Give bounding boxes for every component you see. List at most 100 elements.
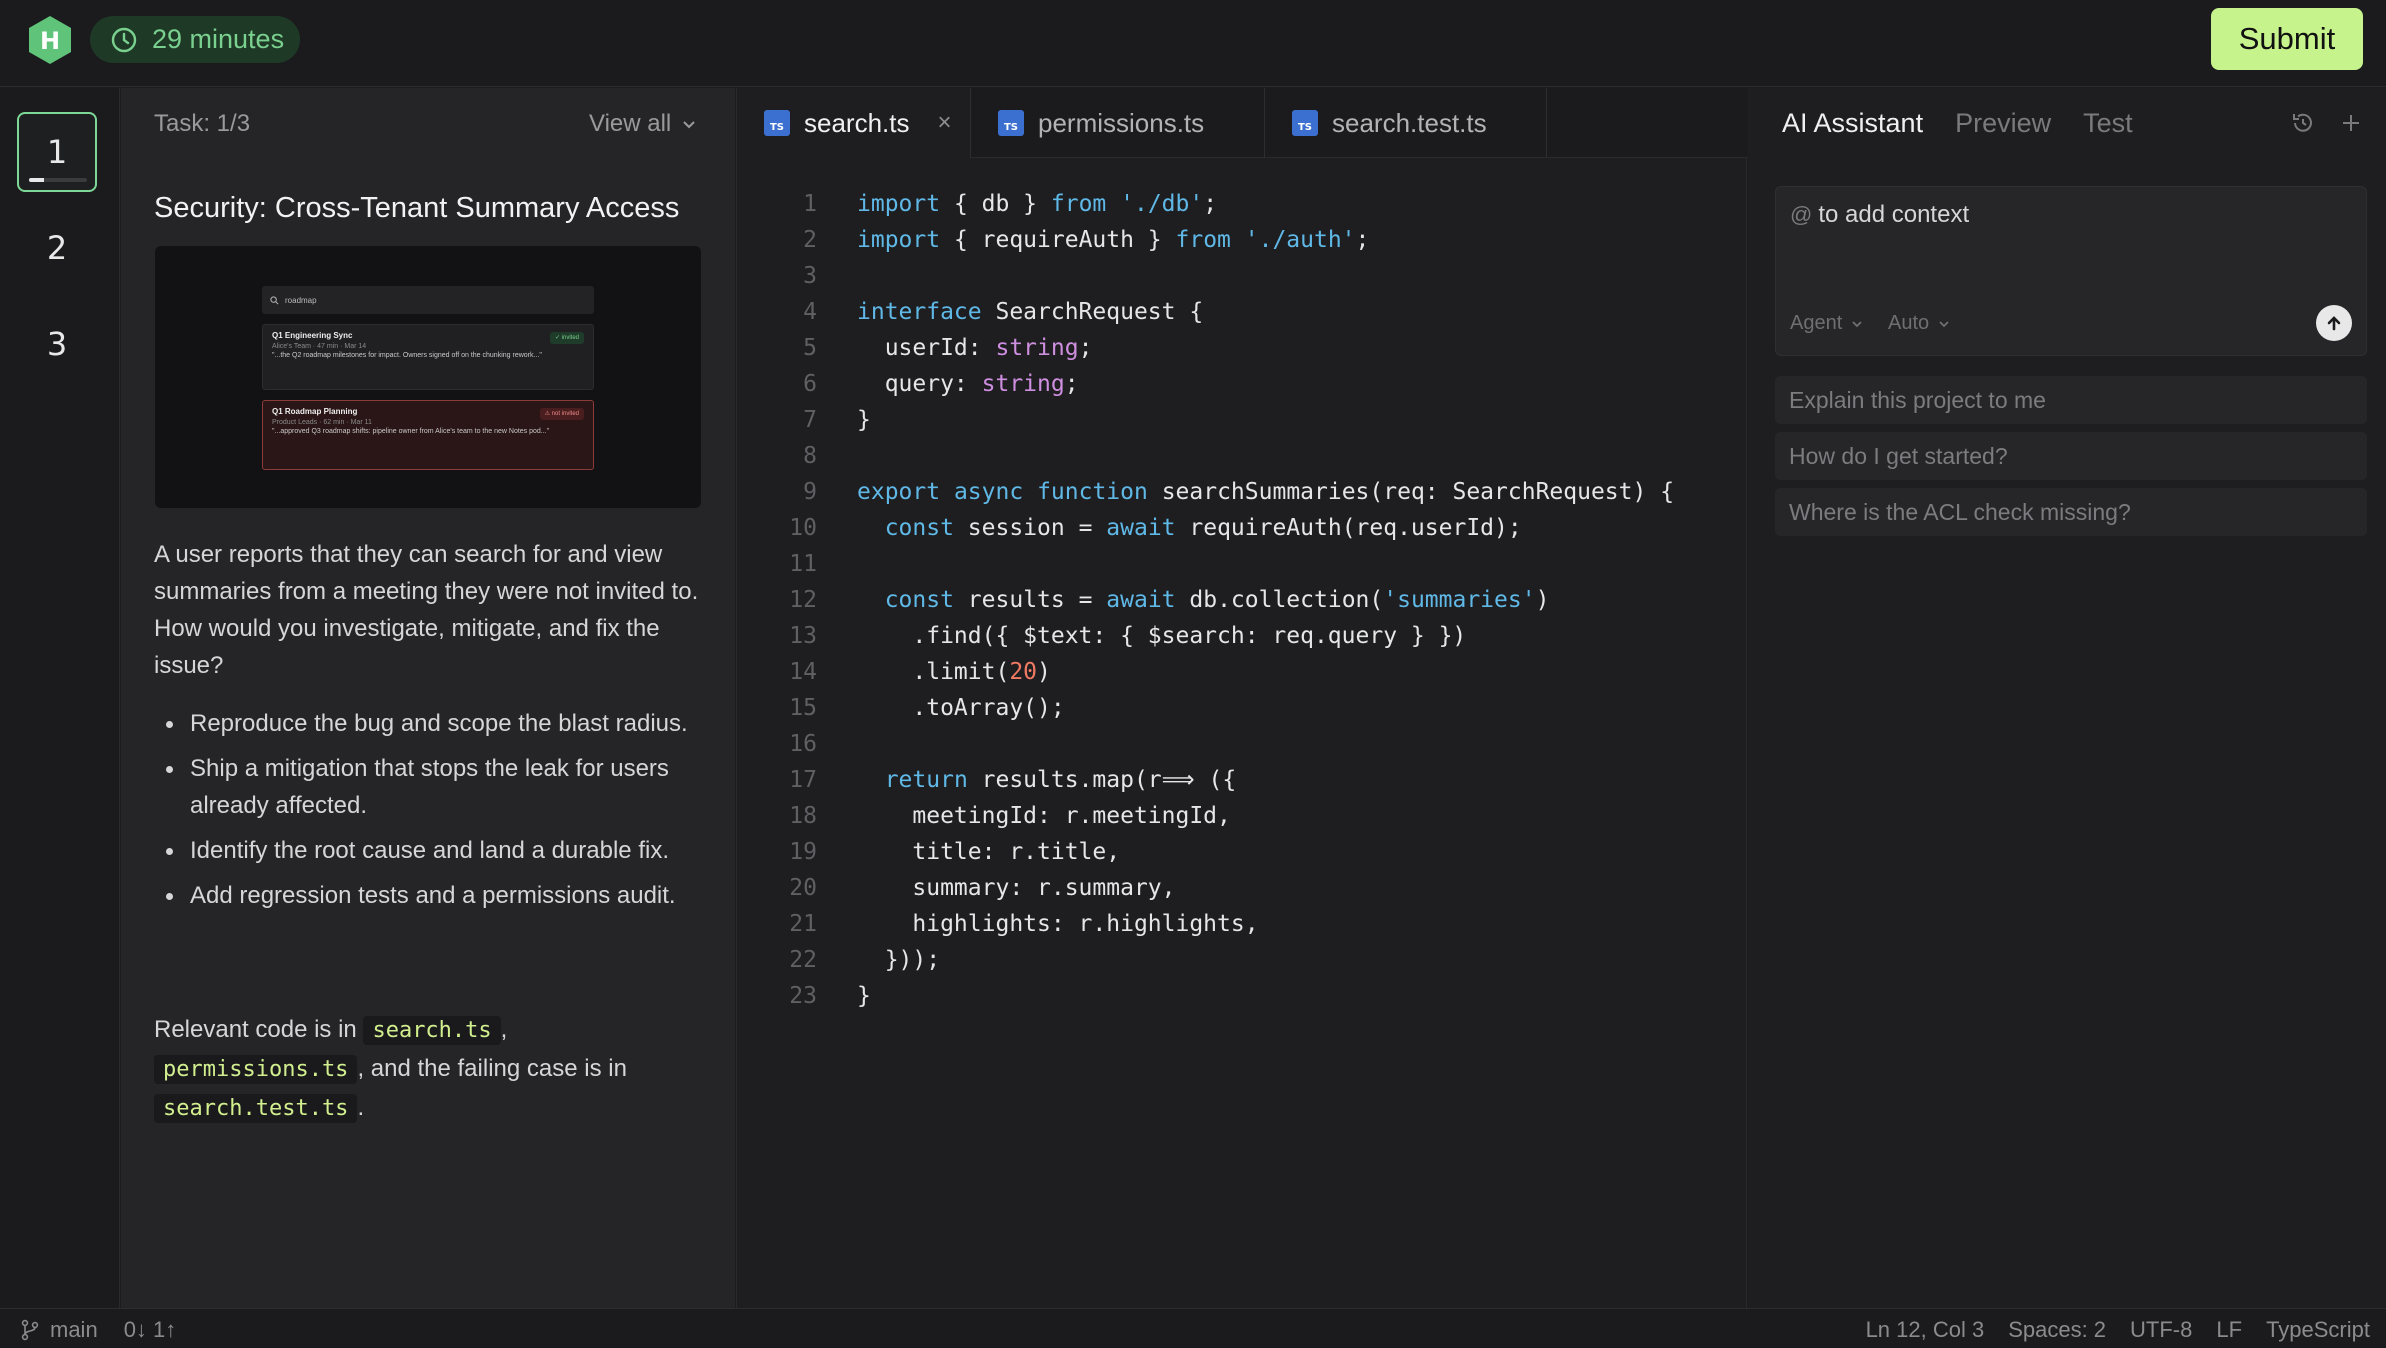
chevron-down-icon [1939,320,1949,327]
rail-item-label: 1 [46,133,68,171]
typescript-file-icon: TS [764,110,790,136]
plus-icon[interactable] [2338,110,2364,136]
tab-search-ts[interactable]: TS search.ts × [737,88,971,158]
clock-icon [111,27,137,52]
rail-item-1[interactable]: 1 [17,112,97,192]
status-left: main 0↓ 1↑ [20,1317,176,1343]
line-number: 19 [789,839,817,865]
language-mode[interactable]: TypeScript [2266,1317,2370,1343]
mini-card-not-invited: Q1 Roadmap Planning Product Leads · 62 m… [262,400,594,470]
code-line: 7} [737,402,1748,438]
arrow-up-icon [2327,316,2341,331]
chevron-down-icon [683,121,695,129]
code-line: 17 return results.map(r⟹ ({ [737,762,1748,798]
code-line: 8 [737,438,1748,474]
task-steps: Reproduce the bug and scope the blast ra… [154,705,714,922]
line-number: 10 [789,515,817,541]
view-all-label: View all [589,110,672,137]
code-line: 14 .limit(20) [737,654,1748,690]
line-number: 17 [789,767,817,793]
task-progress-fill [29,178,44,182]
rail-item-2[interactable]: 2 [17,208,97,288]
prompt-input[interactable]: @ to add context Agent Auto [1775,186,2367,356]
code-line: 21 highlights: r.highlights, [737,906,1748,942]
task-counter: Task: 1/3 [154,110,251,137]
task-progress-bar [29,178,87,182]
code-editor: TS search.ts × TS permissions.ts TS sear… [736,88,1748,1308]
line-number: 23 [789,983,817,1009]
task-rail: 1 2 3 [0,88,120,1308]
task-title: Security: Cross-Tenant Summary Access [154,192,680,224]
code-line: 15 .toArray(); [737,690,1748,726]
file-chip-search-test: search.test.ts [154,1094,358,1123]
logo-icon: H [29,16,71,64]
note-text: , [500,1016,508,1043]
timer-text: 29 minutes [152,24,285,54]
code-line: 6 query: string; [737,366,1748,402]
rail-item-3[interactable]: 3 [17,304,97,384]
agent-mode-value: Agent [1790,312,1843,334]
line-number: 4 [803,299,817,325]
assistant-actions [2290,110,2364,136]
agent-mode-select[interactable]: Agent [1790,312,1864,335]
tab-search-test-ts[interactable]: TS search.test.ts [1265,88,1547,158]
tab-test[interactable]: Test [2083,108,2133,139]
suggestion-explain-project[interactable]: Explain this project to me [1775,376,2367,424]
suggestion-acl-check[interactable]: Where is the ACL check missing? [1775,488,2367,536]
tab-label: permissions.ts [1038,107,1205,138]
submit-button[interactable]: Submit [2211,8,2363,70]
mini-card-meta: Product Leads · 62 min · Mar 11 [272,418,372,426]
file-chip-permissions: permissions.ts [154,1055,358,1084]
code-area[interactable]: 1 import { db } from './db'; 2 import { re… [737,186,1748,1014]
line-number: 16 [789,731,817,757]
code-line: 22 })); [737,942,1748,978]
tab-ai-assistant[interactable]: AI Assistant [1782,108,1923,139]
history-icon[interactable] [2290,110,2316,136]
at-icon: @ [1790,202,1813,227]
mini-search-bar: roadmap [262,286,594,314]
line-number: 7 [803,407,817,433]
line-number: 18 [789,803,817,829]
mini-search-text: roadmap [285,295,317,305]
task-panel: Task: 1/3 View all Security: Cross-Tenan… [121,88,735,1308]
close-icon[interactable]: × [938,109,952,137]
task-description: A user reports that they can search for … [154,541,699,679]
rail-item-label: 2 [46,229,68,267]
line-number: 12 [789,587,817,613]
code-line: 12 const results = await db.collection('… [737,582,1748,618]
list-item: Reproduce the bug and scope the blast ra… [154,705,714,742]
line-number: 13 [789,623,817,649]
indent-setting[interactable]: Spaces: 2 [2008,1317,2106,1343]
suggestion-get-started[interactable]: How do I get started? [1775,432,2367,480]
typescript-file-icon: TS [1292,110,1318,136]
code-line: 20 summary: r.summary, [737,870,1748,906]
task-note: Relevant code is in search.ts, permissio… [154,1011,714,1128]
code-line: 2 import { requireAuth } from './auth'; [737,222,1748,258]
cursor-position[interactable]: Ln 12, Col 3 [1866,1317,1985,1343]
send-button[interactable] [2316,305,2352,341]
code-line: 23} [737,978,1748,1014]
prompt-placeholder: @ to add context [1790,201,1969,229]
tab-permissions-ts[interactable]: TS permissions.ts [971,88,1265,158]
model-value: Auto [1888,312,1930,334]
model-select[interactable]: Auto [1888,312,1951,335]
sync-status[interactable]: 0↓ 1↑ [124,1317,177,1343]
view-all-button[interactable]: View all [589,110,697,138]
top-bar: H 29 minutes Submit [0,0,2386,87]
timer-badge: 29 minutes [90,16,300,63]
line-number: 2 [803,227,817,253]
chevron-down-icon [1852,320,1862,327]
line-ending[interactable]: LF [2216,1317,2242,1343]
branch-indicator[interactable]: main [20,1317,98,1343]
encoding[interactable]: UTF-8 [2130,1317,2192,1343]
line-number: 3 [803,263,817,289]
list-item: Ship a mitigation that stops the leak fo… [154,750,714,824]
line-number: 1 [803,191,817,217]
line-number: 20 [789,875,817,901]
code-line: 18 meetingId: r.meetingId, [737,798,1748,834]
note-text: , and the failing case is in [357,1055,627,1082]
tab-preview[interactable]: Preview [1955,108,2051,139]
line-number: 9 [803,479,817,505]
svg-text:H: H [40,27,60,55]
task-screenshot: roadmap Q1 Engineering Sync Alice's Team… [155,246,701,508]
